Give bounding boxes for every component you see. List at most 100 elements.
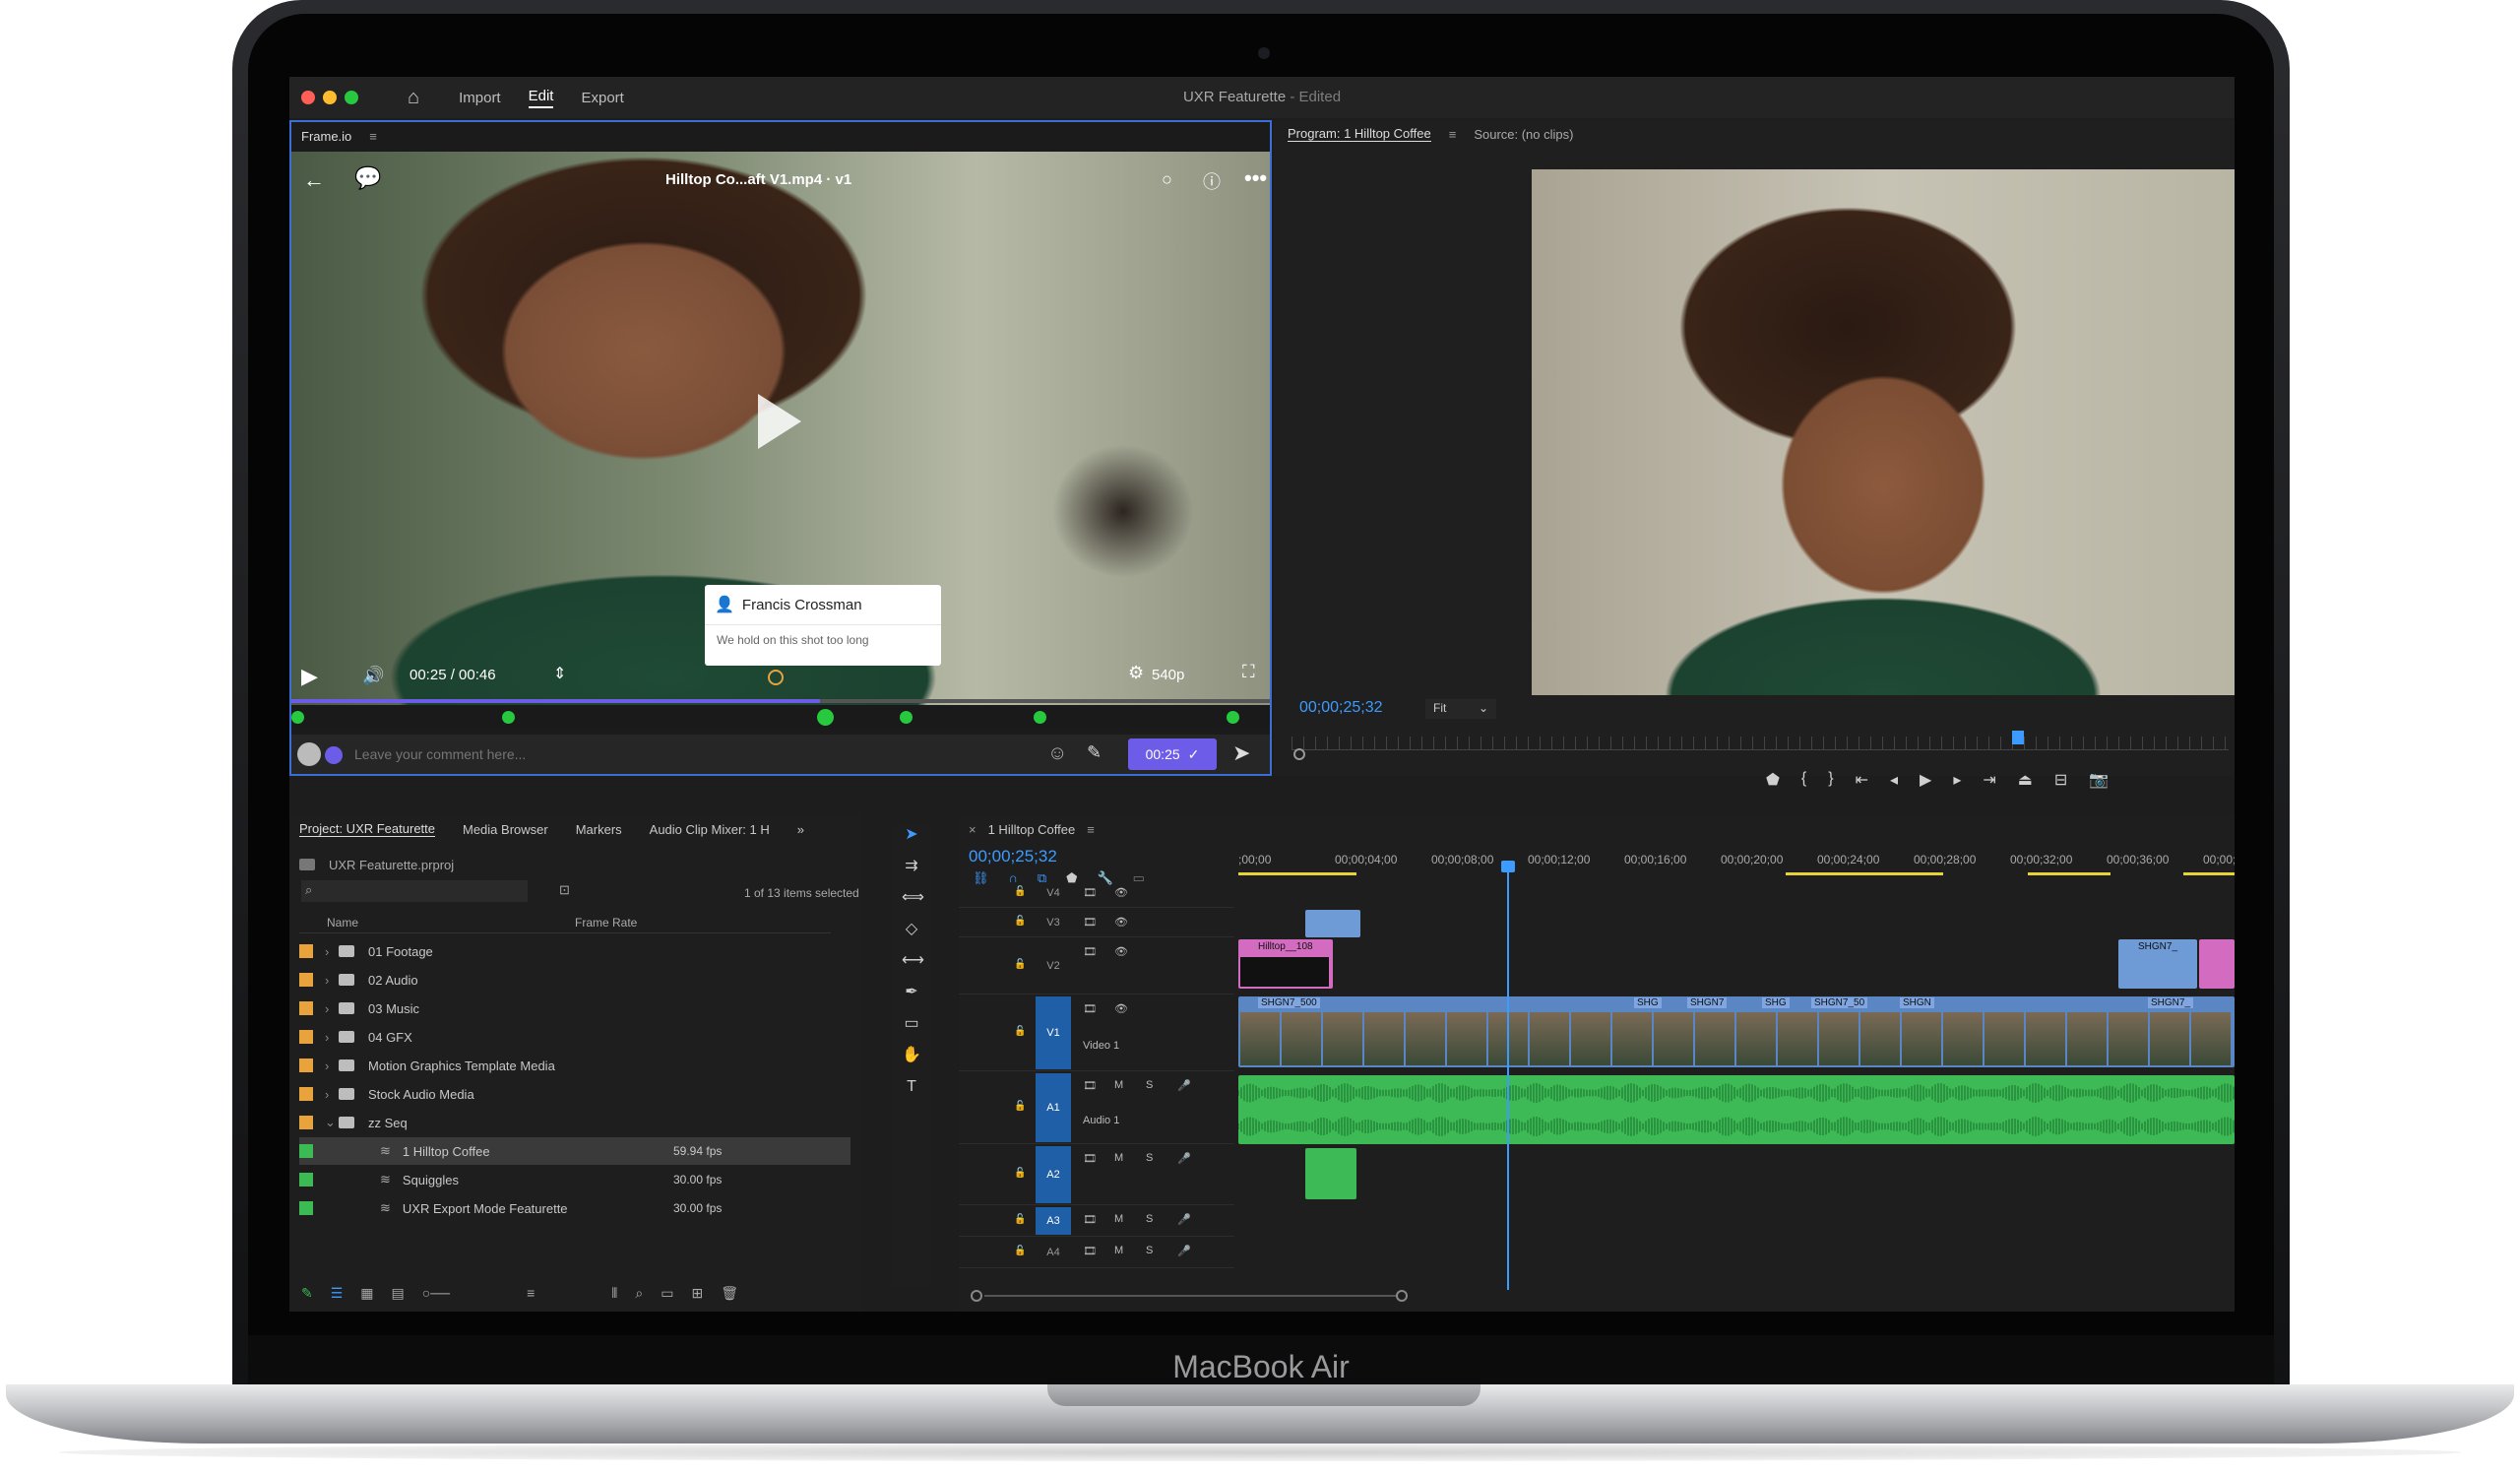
rectangle-icon[interactable]: ▭ xyxy=(902,1014,921,1034)
label-color-swatch[interactable] xyxy=(299,1116,313,1129)
program-timecode[interactable]: 00;00;25;32 xyxy=(1299,699,1383,717)
play-icon[interactable]: ▶ xyxy=(301,664,318,689)
settings-gear-icon[interactable]: ⚙ xyxy=(1128,663,1144,683)
video-clip[interactable]: Hilltop__108 xyxy=(1238,939,1333,989)
track-target-toggle[interactable]: A1 xyxy=(1036,1073,1071,1142)
comment-marker[interactable] xyxy=(502,711,515,724)
more-options-icon[interactable]: ••• xyxy=(1244,165,1267,191)
new-bin-icon[interactable]: ▭ xyxy=(661,1285,673,1302)
disclosure-chevron-icon[interactable]: › xyxy=(325,973,339,988)
project-search-input[interactable] xyxy=(301,880,528,902)
label-color-swatch[interactable] xyxy=(299,973,313,987)
tab-source[interactable]: Source: (no clips) xyxy=(1474,127,1573,142)
zoom-window-button[interactable] xyxy=(345,91,358,104)
label-color-swatch[interactable] xyxy=(299,1059,313,1072)
video-clip[interactable] xyxy=(2199,939,2235,989)
go-to-in-icon[interactable]: ⇤ xyxy=(1856,770,1868,794)
new-item-icon[interactable]: ⊞ xyxy=(691,1285,703,1302)
lock-icon[interactable]: 🔓 xyxy=(1014,1026,1026,1037)
pencil-icon[interactable]: ✎ xyxy=(301,1285,313,1302)
track-header-a2[interactable]: 🔓 A2 🎞 M S 🎤 xyxy=(959,1146,1234,1205)
project-item[interactable]: › Motion Graphics Template Media xyxy=(299,1052,850,1079)
comment-marker[interactable] xyxy=(1034,711,1046,724)
mute-button[interactable]: M xyxy=(1114,1079,1123,1091)
project-item[interactable]: ≋ Squiggles 30.00 fps xyxy=(299,1166,850,1193)
extract-icon[interactable]: ⊟ xyxy=(2054,770,2067,794)
ripple-edit-icon[interactable]: ⟺ xyxy=(902,888,924,908)
selection-tool-icon[interactable]: ➤ xyxy=(902,825,921,845)
timeline-playhead[interactable] xyxy=(1507,863,1509,1290)
resolution-label[interactable]: 540p xyxy=(1152,667,1184,683)
zoom-slider[interactable]: ○── xyxy=(422,1285,450,1301)
microphone-icon[interactable]: 🎤 xyxy=(1177,1079,1191,1092)
work-area-bar[interactable] xyxy=(2183,872,2235,875)
lock-icon[interactable]: 🔓 xyxy=(1014,1168,1026,1179)
menu-export[interactable]: Export xyxy=(581,90,623,106)
list-view-icon[interactable]: ☰ xyxy=(331,1285,344,1302)
video-clip[interactable] xyxy=(1305,910,1360,937)
camera-export-icon[interactable]: 📷 xyxy=(2089,770,2109,794)
menu-edit[interactable]: Edit xyxy=(528,88,554,108)
close-icon[interactable]: × xyxy=(969,822,976,837)
panel-menu-icon[interactable]: ≡ xyxy=(1087,822,1095,837)
lock-icon[interactable]: 🔓 xyxy=(1014,959,1026,970)
column-name[interactable]: Name xyxy=(327,916,358,930)
project-item[interactable]: › 01 Footage xyxy=(299,937,850,965)
lock-icon[interactable]: 🔓 xyxy=(1014,916,1026,927)
volume-icon[interactable]: 🔊 xyxy=(362,666,384,686)
eye-icon[interactable]: 👁 xyxy=(1114,916,1128,929)
tab-sequence[interactable]: 1 Hilltop Coffee xyxy=(988,822,1076,837)
sync-lock-icon[interactable]: 🎞 xyxy=(1083,1152,1097,1165)
sync-lock-icon[interactable]: 🎞 xyxy=(1083,1213,1097,1226)
project-item[interactable]: › 04 GFX xyxy=(299,1023,850,1051)
sync-lock-icon[interactable]: 🎞 xyxy=(1083,1002,1097,1015)
work-area-bar[interactable] xyxy=(1786,872,1943,875)
fullscreen-icon[interactable]: ⛶ xyxy=(1242,662,1255,682)
razor-icon[interactable]: ◇ xyxy=(902,920,921,939)
freeform-view-icon[interactable]: ▤ xyxy=(392,1285,405,1302)
solo-button[interactable]: S xyxy=(1146,1245,1153,1256)
icon-view-icon[interactable]: ▦ xyxy=(360,1285,373,1302)
track-target-toggle[interactable]: V3 xyxy=(1036,910,1071,935)
eye-icon[interactable]: 👁 xyxy=(1114,886,1128,899)
program-ruler[interactable] xyxy=(1292,737,2229,750)
panel-overflow-icon[interactable]: » xyxy=(797,822,804,837)
timeline-ruler[interactable]: ;00;00 00;00;04;00 00;00;08;00 00;00;12;00 0… xyxy=(1238,851,2235,880)
project-item[interactable]: ≋ 1 Hilltop Coffee 59.94 fps xyxy=(299,1137,850,1165)
track-target-toggle[interactable]: A3 xyxy=(1036,1207,1071,1235)
lift-icon[interactable]: ⏏ xyxy=(2018,770,2033,794)
column-frame-rate[interactable]: Frame Rate xyxy=(575,916,637,930)
track-header-v3[interactable]: 🔓 V3 🎞 👁 xyxy=(959,910,1234,937)
label-color-swatch[interactable] xyxy=(299,1144,313,1158)
scroll-handle-left[interactable] xyxy=(971,1290,982,1302)
disclosure-chevron-icon[interactable]: › xyxy=(325,1001,339,1016)
pen-icon[interactable]: ✒ xyxy=(902,983,921,1002)
lock-icon[interactable]: 🔓 xyxy=(1014,886,1026,897)
type-icon[interactable]: T xyxy=(902,1077,921,1097)
project-item[interactable]: ⌄ zz Seq xyxy=(299,1109,850,1136)
mute-button[interactable]: M xyxy=(1114,1152,1123,1164)
track-target-toggle[interactable]: A4 xyxy=(1036,1239,1071,1266)
play-overlay-icon[interactable] xyxy=(758,394,801,449)
track-header-a1[interactable]: 🔓 A1 🎞 M S 🎤 Audio 1 xyxy=(959,1073,1234,1144)
project-item[interactable]: › Stock Audio Media xyxy=(299,1080,850,1108)
track-target-toggle[interactable]: V2 xyxy=(1036,939,1071,993)
timeline-timecode[interactable]: 00;00;25;32 xyxy=(969,847,1057,866)
scrub-bar[interactable] xyxy=(291,699,1270,703)
mark-in-icon[interactable]: { xyxy=(1801,770,1806,794)
disclosure-chevron-icon[interactable]: › xyxy=(325,1087,339,1102)
solo-button[interactable]: S xyxy=(1146,1152,1153,1164)
audio-clip[interactable] xyxy=(1305,1148,1356,1199)
panel-menu-icon[interactable]: ≡ xyxy=(369,129,377,144)
track-header-v1[interactable]: 🔓 V1 🎞 👁 Video 1 xyxy=(959,996,1234,1071)
label-color-swatch[interactable] xyxy=(299,1201,313,1215)
mark-out-icon[interactable]: } xyxy=(1828,770,1833,794)
comment-marker[interactable] xyxy=(900,711,913,724)
send-icon[interactable]: ➤ xyxy=(1232,740,1250,766)
lock-icon[interactable]: 🔓 xyxy=(1014,1214,1026,1225)
mute-button[interactable]: M xyxy=(1114,1213,1123,1225)
eye-icon[interactable]: 👁 xyxy=(1114,1002,1128,1015)
panel-menu-icon[interactable]: ≡ xyxy=(1449,127,1457,142)
track-target-toggle[interactable]: A2 xyxy=(1036,1146,1071,1203)
circle-icon[interactable]: ○ xyxy=(1162,169,1172,190)
